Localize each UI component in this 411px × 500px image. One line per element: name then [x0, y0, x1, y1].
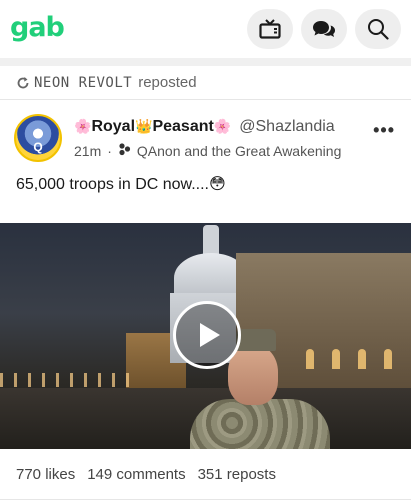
play-icon	[200, 323, 220, 347]
top-bar-actions	[247, 9, 401, 49]
repost-label: reposted	[138, 74, 197, 91]
search-icon	[368, 19, 389, 40]
play-button[interactable]	[173, 301, 241, 369]
post-header: Q 🌸Royal👑Peasant🌸 @Shazlandia 21m · QAno…	[0, 100, 411, 166]
video-scene	[228, 345, 278, 405]
user-handle[interactable]: @Shazlandia	[239, 118, 334, 136]
post-stats: 770 likes 149 comments 351 reposts	[0, 449, 411, 500]
tv-icon	[259, 19, 281, 39]
likes-count[interactable]: 770 likes	[16, 466, 75, 483]
repost-indicator: NEON REVOLT reposted	[0, 66, 411, 100]
video-player[interactable]	[0, 223, 411, 449]
crown-emoji: 👑	[135, 118, 153, 134]
search-button[interactable]	[355, 9, 401, 49]
flower-emoji: 🌸	[213, 118, 232, 134]
avatar[interactable]: Q	[14, 114, 62, 162]
top-bar: gab	[0, 0, 411, 58]
flower-emoji: 🌸	[74, 118, 92, 134]
more-options-button[interactable]: •••	[373, 120, 395, 141]
video-scene	[0, 373, 130, 387]
repost-icon	[16, 76, 30, 90]
video-scene	[236, 329, 276, 351]
group-name[interactable]: QAnon and the Great Awakening	[137, 143, 341, 159]
author-line: 🌸Royal👑Peasant🌸 @Shazlandia	[74, 118, 341, 136]
post-meta: 21m · QAnon and the Great Awakening	[74, 142, 341, 159]
post-body: 65,000 troops in DC now....😳	[16, 176, 226, 193]
video-scene	[190, 399, 330, 449]
post-time[interactable]: 21m	[74, 143, 101, 159]
section-divider	[0, 58, 411, 66]
comments-count[interactable]: 149 comments	[87, 466, 185, 483]
display-name[interactable]: 🌸Royal👑Peasant🌸	[74, 118, 231, 136]
gab-logo[interactable]: gab	[10, 12, 65, 43]
avatar-letter: Q	[33, 140, 43, 154]
tv-button[interactable]	[247, 9, 293, 49]
reposts-count[interactable]: 351 reposts	[198, 466, 276, 483]
meta-dot: ·	[107, 142, 112, 159]
reposter-name[interactable]: NEON REVOLT	[34, 75, 132, 91]
display-name-part2: Peasant	[152, 118, 214, 135]
group-icon	[118, 142, 131, 159]
display-name-part1: Royal	[91, 118, 136, 135]
chat-icon	[313, 21, 335, 37]
author-block: 🌸Royal👑Peasant🌸 @Shazlandia 21m · QAnon …	[74, 114, 341, 166]
chat-button[interactable]	[301, 9, 347, 49]
